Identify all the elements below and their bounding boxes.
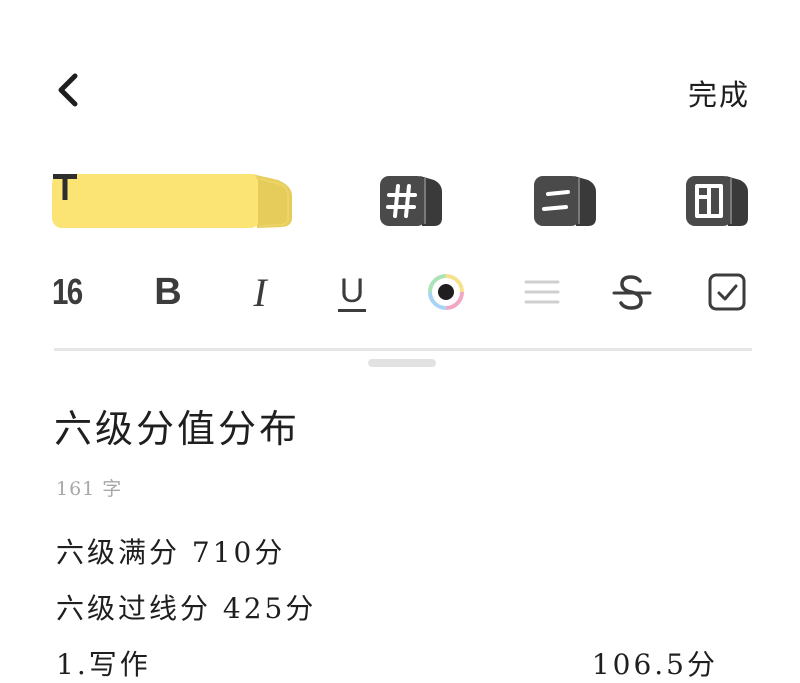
strikethrough-icon [612, 275, 652, 310]
underline-bar [338, 309, 366, 312]
note-line[interactable]: 六级满分 710分 [56, 531, 285, 571]
mode-layout-button[interactable] [684, 172, 750, 230]
font-size-button[interactable]: 16 [52, 262, 88, 322]
color-picker-icon [428, 274, 464, 310]
strikethrough-button[interactable] [610, 262, 654, 322]
chevron-left-icon [58, 73, 78, 107]
done-button[interactable]: 完成 [688, 72, 750, 114]
toolbar-divider [54, 348, 752, 351]
note-line-left: 1.写作 [56, 648, 151, 681]
mode-heading-button[interactable] [378, 172, 444, 230]
list-icon [534, 176, 596, 226]
layout-panel-icon [686, 176, 748, 226]
mode-list-button[interactable] [532, 172, 598, 230]
checkbox-icon [708, 273, 746, 311]
italic-button[interactable]: I [240, 262, 280, 322]
note-line[interactable]: 六级过线分 425分 [56, 587, 316, 627]
align-lines-icon [524, 280, 560, 304]
align-button[interactable] [520, 262, 564, 322]
back-button[interactable] [50, 70, 86, 110]
hash-heading-icon [380, 176, 442, 226]
top-bar: 完成 [0, 0, 800, 130]
note-line-right: 106.5分 [591, 648, 718, 681]
mode-text-button[interactable] [52, 172, 294, 230]
note-title[interactable]: 六级分值分布 [54, 398, 300, 453]
char-count: 161 字 [56, 478, 123, 500]
format-toolbar: 16 B I U [0, 262, 800, 322]
text-color-button[interactable] [424, 262, 468, 322]
checkbox-button[interactable] [704, 262, 750, 322]
bold-button[interactable]: B [148, 262, 188, 322]
underline-button[interactable]: U [332, 262, 372, 322]
note-line[interactable]: 1.写作 106.5分 [56, 643, 718, 683]
drag-handle[interactable] [368, 359, 436, 367]
underline-glyph: U [339, 272, 365, 310]
text-mode-glyph [52, 172, 258, 230]
mode-toolbar [0, 168, 800, 234]
